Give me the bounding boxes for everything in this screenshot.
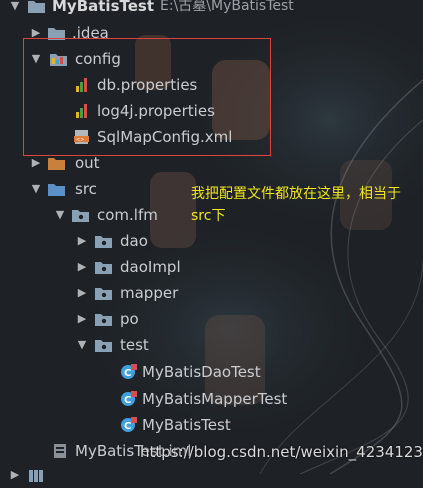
tree-item-label: dao <box>120 232 148 250</box>
tree-item-label: MyBatisTest <box>142 416 231 434</box>
folder-icon <box>48 156 65 170</box>
package-icon <box>95 312 112 326</box>
chevron-right-icon[interactable]: ▶ <box>8 462 22 488</box>
annotation-text: 我把配置文件都放在这里，相当于src下 <box>191 186 401 224</box>
folder-icon <box>28 0 45 13</box>
watermark: https://blog.csdn.net/weixin_42341232 <box>140 443 423 461</box>
svg-text:C: C <box>124 368 131 379</box>
package-icon <box>95 338 112 352</box>
tree-item-mapper[interactable]: ▶ mapper <box>0 280 423 306</box>
tree-item-daoimpl[interactable]: ▶ daoImpl <box>0 254 423 280</box>
tree-item-label: mapper <box>120 284 179 302</box>
tree-item-mybatisdaotest[interactable]: C MyBatisDaoTest <box>0 359 423 385</box>
project-name: MyBatisTest <box>52 0 155 15</box>
library-icon <box>28 468 45 482</box>
tree-item-label: src <box>75 180 97 198</box>
package-icon <box>95 234 112 248</box>
package-icon <box>95 286 112 300</box>
config-highlight-box <box>23 38 271 156</box>
tree-item-label: com.lfm <box>97 206 158 224</box>
package-icon <box>95 260 112 274</box>
tree-item-label: MyBatisMapperTest <box>142 390 288 408</box>
chevron-right-icon[interactable]: ▶ <box>75 306 89 332</box>
chevron-right-icon[interactable]: ▶ <box>75 280 89 306</box>
tree-item-test[interactable]: ▼ test <box>0 332 423 358</box>
chevron-right-icon[interactable]: ▶ <box>75 254 89 280</box>
chevron-down-icon[interactable]: ▼ <box>29 176 43 202</box>
tree-item-dao[interactable]: ▶ dao <box>0 228 423 254</box>
tree-item-project-root[interactable]: ▼ MyBatisTest E:\古墓\MyBatisTest <box>0 0 423 19</box>
module-file-icon <box>52 444 69 458</box>
chevron-down-icon[interactable]: ▼ <box>53 202 67 228</box>
java-class-icon: C <box>120 417 137 433</box>
tree-item-label: test <box>120 336 149 354</box>
svg-text:C: C <box>124 395 131 406</box>
svg-text:C: C <box>124 421 131 432</box>
java-class-icon: C <box>120 364 137 380</box>
package-icon <box>72 208 89 222</box>
project-path: E:\古墓\MyBatisTest <box>160 0 294 14</box>
tree-item-external-libraries[interactable]: ▶ <box>0 462 423 488</box>
java-class-icon: C <box>120 391 137 407</box>
tree-item-label: daoImpl <box>120 258 181 276</box>
tree-item-label: po <box>120 310 139 328</box>
chevron-down-icon[interactable]: ▼ <box>8 0 22 19</box>
tree-item-po[interactable]: ▶ po <box>0 306 423 332</box>
tree-item-mybatistest[interactable]: C MyBatisTest <box>0 412 423 438</box>
chevron-right-icon[interactable]: ▶ <box>75 228 89 254</box>
source-folder-icon <box>48 182 65 196</box>
tree-item-mybatismappertest[interactable]: C MyBatisMapperTest <box>0 386 423 412</box>
tree-item-label: MyBatisDaoTest <box>142 363 261 381</box>
chevron-down-icon[interactable]: ▼ <box>75 332 89 358</box>
